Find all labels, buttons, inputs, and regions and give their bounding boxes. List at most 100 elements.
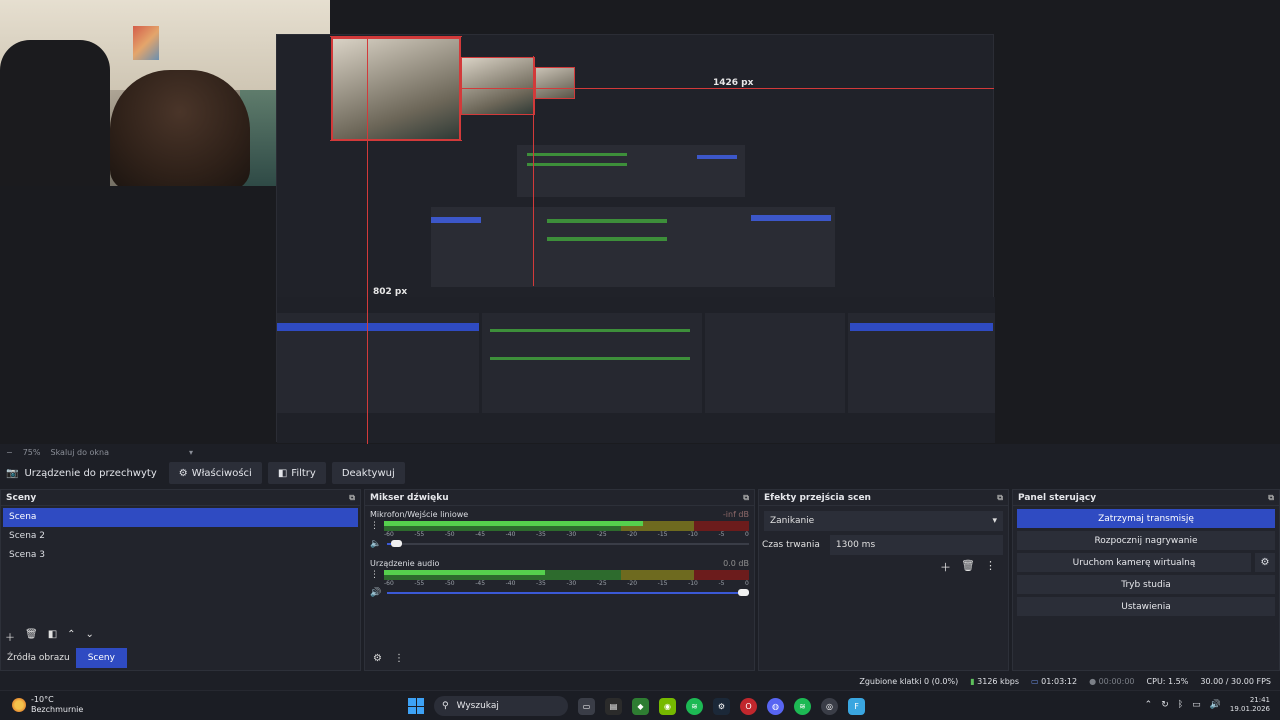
more-icon[interactable]: ⋮ [370,521,379,531]
sync-icon[interactable]: ↻ [1161,700,1169,710]
filters-label: Filtry [291,467,316,479]
app-icon[interactable]: ◆ [632,697,649,715]
source-toolbar: 📷 Urządzenie do przechwyty ⚙ Właściwości… [0,460,1280,486]
undock-icon[interactable]: ⧉ [1268,493,1274,503]
meter-tick: -20 [627,580,638,587]
scene-item[interactable]: Scena [3,508,358,527]
steam-icon[interactable]: ⚙ [713,697,730,715]
preview-zoom-bar: − 75% Skaluj do okna ▾ [0,444,1280,460]
more-icon[interactable]: ⋮ [985,559,996,575]
start-virtual-camera-button[interactable]: Uruchom kamerę wirtualną [1017,553,1251,572]
dropped-frames: Zgubione klatki 0 (0.0%) [859,677,959,686]
filters-button[interactable]: ◧ Filtry [267,462,326,484]
meter-ticks: -60 -55 -50 -45 -40 -35 -30 -25 -20 -15 -10 -5 0 [384,580,749,587]
meter-tick: -60 [384,531,394,538]
taskbar: -10°C Bezchmurnie ⚲ Wyszukaj ▭ ▤ ◆ ◉ ≋ ⚙… [0,690,1280,720]
more-icon[interactable]: ⋮ [394,653,404,664]
duration-value: 1300 ms [835,540,876,550]
stop-streaming-button[interactable]: Zatrzymaj transmisję [1017,509,1275,528]
arrow-down-icon[interactable]: ⌄ [86,629,94,644]
taskbar-search[interactable]: ⚲ Wyszukaj [434,696,568,716]
meter-tick: -40 [505,531,516,538]
duration-input[interactable]: 1300 ms [829,535,1003,555]
task-view-icon[interactable]: ▭ [578,697,595,715]
display-icon[interactable]: ▭ [1192,700,1201,710]
transitions-dock-header: Efekty przejścia scen ⧉ [759,490,1008,506]
arrow-up-icon[interactable]: ⌃ [67,629,75,644]
speaker-icon[interactable]: 🔈 [370,539,381,549]
deactivate-button[interactable]: Deaktywuj [331,462,405,484]
meter-level [384,570,545,575]
bluetooth-icon[interactable]: ᛒ [1178,700,1183,710]
clock[interactable]: 21:41 19.01.2026 [1230,696,1270,714]
volume-slider[interactable] [387,589,749,596]
undock-icon[interactable]: ⧉ [743,493,749,503]
volume-icon[interactable]: 🔊 [1210,700,1221,710]
opera-icon[interactable]: O [740,697,757,715]
nvidia-icon[interactable]: ◉ [659,697,676,715]
volume-slider[interactable] [387,540,749,547]
weather-widget[interactable]: -10°C Bezchmurnie [12,695,83,715]
app-icon[interactable]: F [848,697,865,715]
transition-select[interactable]: Zanikanie ▾ [764,511,1003,531]
studio-mode-button[interactable]: Tryb studia [1017,575,1275,594]
spotify-icon[interactable]: ≋ [686,697,703,715]
meter-level [384,521,644,526]
scene-item[interactable]: Scena 3 [3,546,358,565]
search-placeholder: Wyszukaj [456,701,499,711]
stream-time: 01:03:12 [1041,677,1078,686]
start-recording-button[interactable]: Rozpocznij nagrywanie [1017,531,1275,550]
chevron-up-icon[interactable]: ⌃ [1145,700,1153,710]
speaker-icon[interactable]: 🔊 [370,588,381,598]
chevron-down-icon[interactable]: ▾ [189,448,193,457]
settings-button[interactable]: Ustawienia [1017,597,1275,616]
meter-tick: -35 [536,580,546,587]
trash-icon[interactable]: 🗑 [961,559,975,575]
status-bar: Zgubione klatki 0 (0.0%) ▮ 3126 kbps ▭ 0… [0,673,1280,690]
meter-tick: -60 [384,580,394,587]
undock-icon[interactable]: ⧉ [349,493,355,503]
transition-toolbar: ＋ 🗑 ⋮ [759,559,996,575]
nested-docks [277,297,995,443]
add-icon[interactable]: ＋ [5,629,15,644]
zoom-out-button[interactable]: − [6,448,13,457]
record-icon: ● [1089,677,1097,686]
scale-mode-select[interactable]: Skaluj do okna [50,448,109,457]
more-icon[interactable]: ⋮ [370,570,379,580]
meter-tick: 0 [745,531,749,538]
channel-name: Mikrofon/Wejście liniowe [370,510,469,519]
channel-db: 0.0 dB [723,559,749,568]
scene-item[interactable]: Scena 2 [3,527,358,546]
mixer-channel: Mikrofon/Wejście liniowe -inf dB ⋮ -60 -5… [365,506,754,555]
stream-icon: ▭ [1031,677,1039,686]
tab-scenes[interactable]: Sceny [75,648,127,668]
scenes-dock-header: Sceny ⧉ [1,490,360,506]
meter-ticks: -60 -55 -50 -45 -40 -35 -30 -25 -20 -15 -10 -5 0 [384,531,749,538]
gear-icon[interactable]: ⚙ [1255,553,1275,572]
filter-icon[interactable]: ◧ [48,629,57,644]
undock-icon[interactable]: ⧉ [997,493,1003,503]
meter-tick: -5 [718,580,725,587]
system-tray: ⌃ ↻ ᛒ ▭ 🔊 21:41 19.01.2026 [1145,696,1270,714]
meter-tick: -10 [688,580,698,587]
spotify-icon[interactable]: ≋ [794,697,811,715]
trash-icon[interactable]: 🗑 [25,629,38,644]
windows-start-icon[interactable] [408,698,424,714]
tab-sources[interactable]: Źródła obrazu [1,648,76,668]
deactivate-label: Deaktywuj [341,467,395,479]
clock-time: 21:41 [1249,696,1270,704]
weather-icon [12,698,26,712]
properties-button[interactable]: ⚙ Właściwości [168,462,262,484]
bitrate: 3126 kbps [977,677,1020,686]
preview-canvas[interactable]: 1426 px 802 px [0,0,1280,444]
scene-toolbar: ＋ 🗑 ◧ ⌃ ⌄ [5,629,94,644]
gear-icon: ⚙ [178,467,188,479]
fps: 30.00 / 30.00 FPS [1200,677,1271,686]
advanced-audio-icon[interactable]: ⚙ [373,653,382,664]
app-icon[interactable]: ▤ [605,697,622,715]
add-icon[interactable]: ＋ [940,559,951,575]
scenes-title: Sceny [6,492,37,503]
discord-icon[interactable]: ◍ [767,697,784,715]
scenes-dock: Sceny ⧉ Scena Scena 2 Scena 3 ＋ 🗑 ◧ ⌃ ⌄ … [0,489,361,671]
obs-icon[interactable]: ◎ [821,697,838,715]
